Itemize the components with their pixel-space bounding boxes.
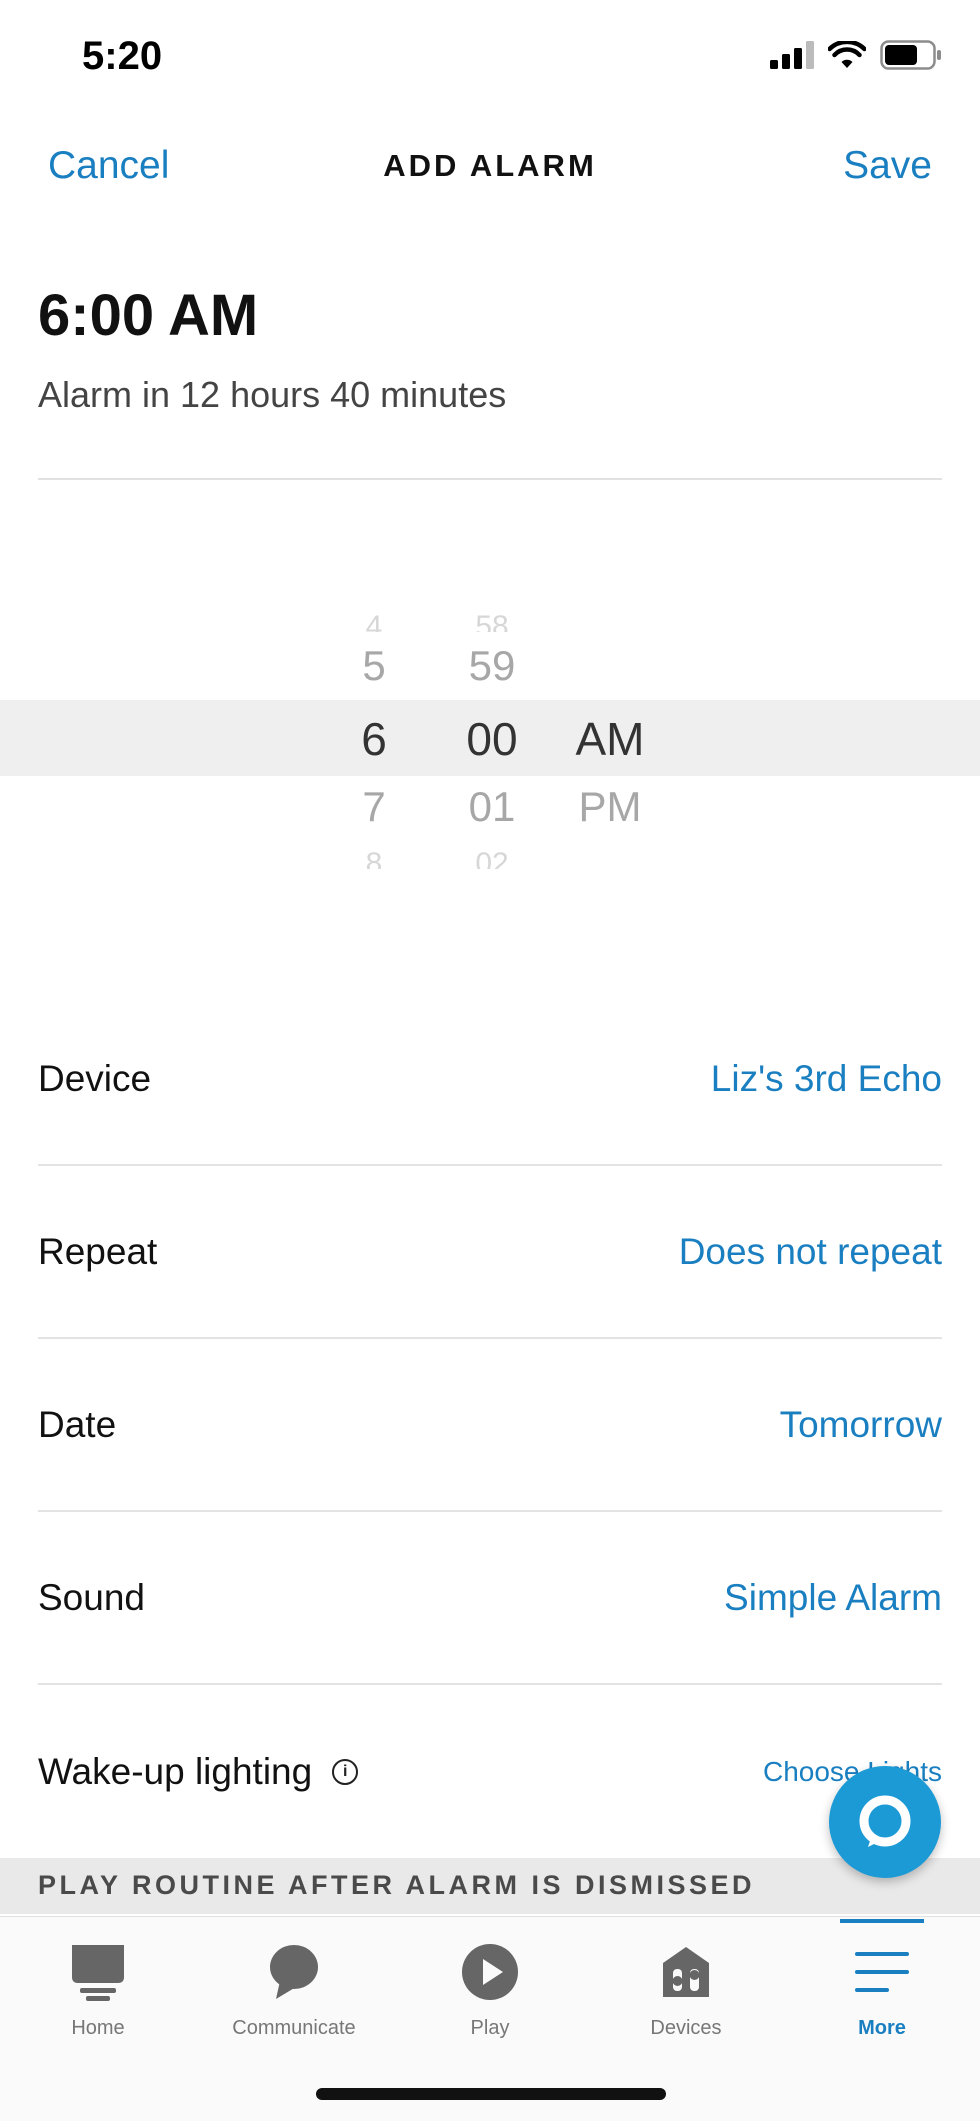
period-option[interactable]: PM [540,783,680,831]
play-icon [462,1944,518,2000]
wake-up-lighting-label: Wake-up lighting [38,1751,313,1792]
save-button[interactable]: Save [843,144,932,188]
nav-bar: Cancel ADD ALARM Save [0,130,980,210]
repeat-label: Repeat [38,1230,158,1272]
tab-devices[interactable]: Devices [601,1939,771,2040]
wifi-icon [828,41,866,68]
tab-communicate[interactable]: Communicate [209,1939,379,2040]
date-row[interactable]: Date Tomorrow [38,1338,942,1511]
minute-option[interactable]: 02 [422,847,562,869]
repeat-value[interactable]: Does not repeat [679,1231,942,1273]
tab-more-label: More [858,2017,906,2039]
routine-section-title: PLAY ROUTINE AFTER ALARM IS DISMISSED [38,1870,756,1900]
sound-value[interactable]: Simple Alarm [724,1577,942,1619]
date-label: Date [38,1403,117,1445]
tab-home[interactable]: Home [13,1939,183,2040]
divider [38,1683,942,1685]
minute-option[interactable]: 58 [422,610,562,632]
alarm-countdown: Alarm in 12 hours 40 minutes [38,374,507,415]
tab-play[interactable]: Play [405,1939,575,2040]
date-value[interactable]: Tomorrow [780,1404,942,1446]
wake-up-lighting-label-group: Wake-up lighting i [38,1751,359,1793]
minute-option[interactable]: 59 [422,642,562,690]
device-row[interactable]: Device Liz's 3rd Echo [38,992,942,1165]
routine-section-header: PLAY ROUTINE AFTER ALARM IS DISMISSED [0,1858,980,1914]
repeat-row[interactable]: Repeat Does not repeat [38,1165,942,1338]
tab-communicate-label: Communicate [232,2017,356,2039]
page-title: ADD ALARM [383,148,597,183]
status-bar: 5:20 [0,0,980,110]
status-icons [770,40,942,70]
tab-more[interactable]: More [797,1939,967,2040]
battery-icon [880,40,941,70]
active-tab-indicator [840,1919,924,1923]
status-time: 5:20 [82,34,163,78]
time-picker[interactable]: 4 5 6 7 8 58 59 00 01 02 AM PM [0,590,980,870]
chat-bubble-icon [270,1945,318,1999]
home-indicator [316,2088,666,2100]
period-option-selected[interactable]: AM [540,712,680,766]
device-label: Device [38,1057,152,1099]
devices-house-icon [663,1947,709,1997]
tab-devices-label: Devices [650,2017,722,2039]
alexa-icon [859,1795,911,1847]
wake-up-lighting-row[interactable]: Wake-up lighting i Choose Lights [38,1686,942,1858]
tab-home-label: Home [71,2017,125,2039]
alarm-time-display: 6:00 AM [38,283,259,348]
info-icon[interactable]: i [332,1759,359,1785]
divider [38,478,942,480]
sound-label: Sound [38,1576,145,1618]
sound-row[interactable]: Sound Simple Alarm [38,1511,942,1684]
home-icon [72,1945,124,2001]
signal-icon [770,41,814,69]
menu-icon [855,1952,909,1992]
tab-play-label: Play [470,2017,510,2039]
alexa-button[interactable] [829,1766,941,1878]
device-value[interactable]: Liz's 3rd Echo [711,1058,942,1100]
